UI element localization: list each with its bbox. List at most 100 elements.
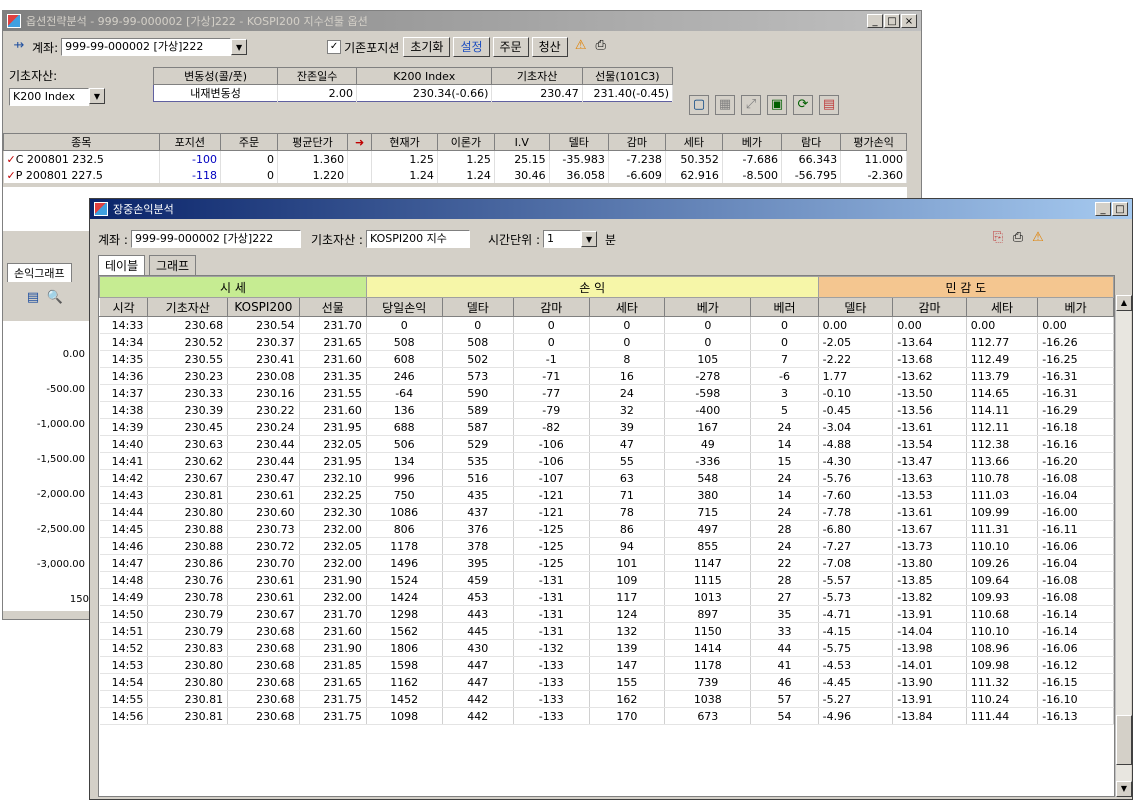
minimize-button[interactable]: _ <box>1095 202 1111 216</box>
back-window-titlebar[interactable]: 옵션전략분석 - 999-99-000002 [가상]222 - KOSPI20… <box>3 11 921 31</box>
position-row[interactable]: ✓C 200801 232.5 -100 0 1.360 1.25 1.25 25.15 -3… <box>3 150 907 167</box>
table-cell: 380 <box>664 486 752 504</box>
table-row[interactable]: 14:56 230.81 230.68 231.75 1098 442 -133 170 673… <box>99 707 1114 725</box>
table-cell: -278 <box>664 367 752 385</box>
refresh-icon[interactable]: ⟳ <box>793 95 813 115</box>
table-row[interactable]: 14:38 230.39 230.22 231.60 136 589 -79 32 -400 5-… <box>99 401 1114 419</box>
print-icon[interactable]: ⎙ <box>591 37 611 57</box>
table-row[interactable]: 14:43 230.81 230.61 232.25 750 435 -121 71 380 14… <box>99 486 1114 504</box>
column-header[interactable]: 시각 <box>99 297 149 317</box>
close-button[interactable]: × <box>901 14 917 28</box>
zoom-icon[interactable]: 🔍 <box>45 289 65 309</box>
table-cell: 230.47 <box>227 469 300 487</box>
table-cell: 447 <box>442 656 514 674</box>
scroll-thumb[interactable] <box>1116 715 1132 765</box>
tab-table[interactable]: 테이블 <box>98 255 146 275</box>
position-row[interactable]: ✓P 200801 227.5 -118 0 1.220 1.24 1.24 30.46 36… <box>3 167 907 183</box>
table-row[interactable]: 14:48 230.76 230.61 231.90 1524 459 -131 109 111… <box>99 571 1114 589</box>
time-unit-dropdown[interactable]: ▼ <box>581 231 598 247</box>
table-row[interactable]: 14:40 230.63 230.44 232.05 506 529 -106 47 49 14-… <box>99 435 1114 453</box>
table-cell: -107 <box>513 469 590 487</box>
column-header[interactable]: 베가 <box>664 297 752 317</box>
print-icon[interactable]: ⎙ <box>1008 229 1028 249</box>
column-header[interactable]: 델타 <box>441 297 514 317</box>
warning-icon[interactable]: ⚠ <box>1028 229 1048 249</box>
column-header[interactable]: 베가 <box>1037 297 1114 317</box>
minimize-button[interactable]: _ <box>867 14 883 28</box>
underlying-field[interactable]: KOSPI200 지수 <box>365 230 470 248</box>
grid-icon[interactable]: ▦ <box>715 95 735 115</box>
table-row[interactable]: 14:46 230.88 230.72 232.05 1178 378 -125 94 855 2… <box>99 537 1114 555</box>
column-header[interactable]: 감마 <box>512 297 590 317</box>
table-cell: 231.95 <box>299 418 367 436</box>
table-row[interactable]: 14:35 230.55 230.41 231.60 608 502 -1 8 105 7 -2.2… <box>99 350 1114 368</box>
table-row[interactable]: 14:39 230.45 230.24 231.95 688 587 -82 39 167 24-… <box>99 418 1114 436</box>
front-window: 장중손익분석 _ □ 계좌 : 999-99-000002 [가상]222 기초… <box>89 198 1133 800</box>
table-row[interactable]: 14:52 230.83 230.68 231.90 1806 430 -132 139 141… <box>99 639 1114 657</box>
table-row[interactable]: 14:49 230.78 230.61 232.00 1424 453 -131 117 101… <box>99 588 1114 606</box>
time-unit-field[interactable]: 1 <box>543 230 582 248</box>
table-cell: 112.77 <box>966 333 1039 351</box>
table-cell: 231.65 <box>299 333 367 351</box>
account-dropdown[interactable]: ▼ <box>231 39 248 55</box>
table-row[interactable]: 14:42 230.67 230.47 232.10 996 516 -107 63 548 24… <box>99 469 1114 487</box>
table-cell: 376 <box>442 520 514 538</box>
column-header[interactable]: 델타 <box>817 297 894 317</box>
liquidate-button[interactable]: 청산 <box>531 37 568 57</box>
warning-icon[interactable]: ⚠ <box>571 37 591 57</box>
vertical-scrollbar[interactable]: ▲ ▼ <box>1115 295 1132 797</box>
zoom-fit-icon[interactable]: ▢ <box>689 95 709 115</box>
table-row[interactable]: 14:45 230.88 230.73 232.00 806 376 -125 86 497 28… <box>99 520 1114 538</box>
table-row[interactable]: 14:55 230.81 230.68 231.75 1452 442 -133 162 103… <box>99 690 1114 708</box>
column-header[interactable]: 세타 <box>965 297 1039 317</box>
front-window-titlebar[interactable]: 장중손익분석 _ □ <box>90 199 1132 219</box>
account-field[interactable]: 999-99-000002 [가상]222 <box>61 38 232 56</box>
column-header[interactable]: 기초자산 <box>147 297 229 317</box>
table-cell: 24 <box>750 503 819 521</box>
column-header[interactable]: 당일손익 <box>365 297 443 317</box>
table-row[interactable]: 14:47 230.86 230.70 232.00 1496 395 -125 101 114… <box>99 554 1114 572</box>
column-header[interactable]: 감마 <box>892 297 967 317</box>
underlying-dropdown[interactable]: ▼ <box>89 88 105 104</box>
account-field[interactable]: 999-99-000002 [가상]222 <box>130 230 301 248</box>
tab-pnl-graph[interactable]: 손익그래프 <box>7 263 72 282</box>
table-row[interactable]: 14:53 230.80 230.68 231.85 1598 447 -133 147 117… <box>99 656 1114 674</box>
table-cell: -16.15 <box>1037 673 1114 691</box>
save-icon[interactable]: ▣ <box>767 95 787 115</box>
tab-graph[interactable]: 그래프 <box>148 255 197 275</box>
table-cell: -125 <box>513 554 590 572</box>
table-row[interactable]: 14:41 230.62 230.44 231.95 134 535 -106 55 -336 1… <box>99 452 1114 470</box>
scroll-up-button[interactable]: ▲ <box>1116 295 1132 311</box>
column-header[interactable]: KOSPI200 <box>227 297 300 317</box>
maximize-button[interactable]: □ <box>884 14 900 28</box>
underlying-field[interactable]: K200 Index <box>9 88 89 106</box>
position-cell: 66.343 <box>781 150 842 167</box>
check-icon: ✓ <box>6 152 16 166</box>
pin-icon[interactable]: ⇸ <box>9 37 29 57</box>
chart-icon[interactable]: ▤ <box>23 289 43 309</box>
table-row[interactable]: 14:51 230.79 230.68 231.60 1562 445 -131 132 115… <box>99 622 1114 640</box>
existing-position-checkbox[interactable]: ✓ <box>327 40 342 54</box>
table-row[interactable]: 14:36 230.23 230.08 231.35 246 573 -71 16 -278 -6… <box>99 367 1114 385</box>
copy-icon[interactable]: ⎘ <box>988 229 1008 249</box>
table-row[interactable]: 14:33 230.68 230.54 231.70 0 0 0 0 0 0 0.00 0.00 0.0… <box>99 316 1114 334</box>
maximize-button[interactable]: □ <box>1112 202 1128 216</box>
order-button[interactable]: 주문 <box>492 37 529 57</box>
table-row[interactable]: 14:34 230.52 230.37 231.65 508 508 0 0 0 0 -2.05 -1… <box>99 333 1114 351</box>
settings-button[interactable]: 설정 <box>453 37 490 57</box>
column-header[interactable]: 선물 <box>298 297 367 317</box>
scroll-down-button[interactable]: ▼ <box>1116 781 1132 797</box>
table-row[interactable]: 14:50 230.79 230.67 231.70 1298 443 -131 124 897… <box>99 605 1114 623</box>
table-cell: 232.05 <box>299 435 367 453</box>
table-cell: -13.68 <box>892 350 967 368</box>
column-header[interactable]: 베러 <box>750 297 819 317</box>
column-header[interactable]: 세타 <box>588 297 666 317</box>
table-cell: 447 <box>442 673 514 691</box>
export-icon[interactable]: ▤ <box>819 95 839 115</box>
table-row[interactable]: 14:54 230.80 230.68 231.65 1162 447 -133 155 739… <box>99 673 1114 691</box>
table-cell: 0.00 <box>892 316 967 334</box>
table-row[interactable]: 14:37 230.33 230.16 231.55 -64 590 -77 24 -598 3-… <box>99 384 1114 402</box>
reset-button[interactable]: 초기화 <box>403 37 451 57</box>
expand-icon[interactable]: ⤢ <box>741 95 761 115</box>
table-row[interactable]: 14:44 230.80 230.60 232.30 1086 437 -121 78 715 2… <box>99 503 1114 521</box>
